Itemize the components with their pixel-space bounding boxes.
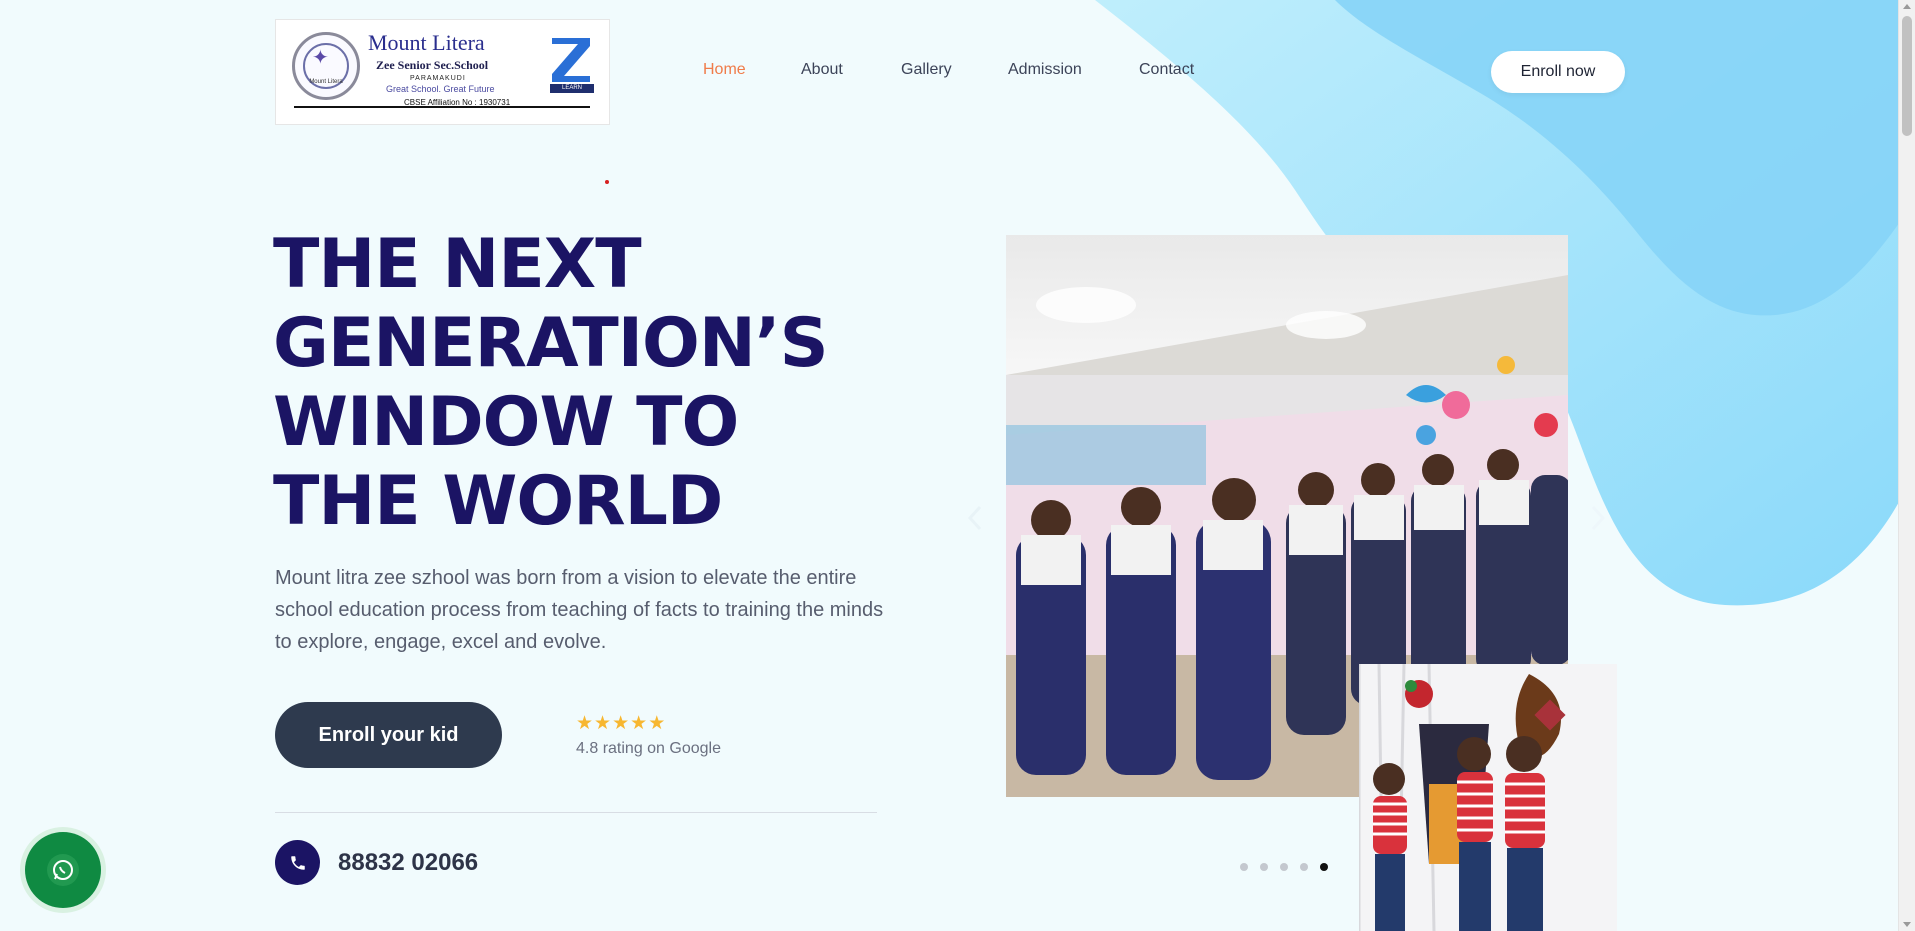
page-scrollbar[interactable] (1898, 0, 1915, 931)
star-icon: ★ (648, 713, 666, 734)
zee-logo-icon (552, 38, 590, 82)
hero-title-line: THE WORLD (273, 462, 723, 541)
scroll-down-icon[interactable] (1903, 922, 1911, 927)
scroll-up-icon[interactable] (1903, 4, 1911, 9)
star-icon: ★ (594, 713, 612, 734)
divider (275, 812, 877, 813)
whatsapp-button[interactable] (20, 827, 106, 913)
kids-performance-photo (1359, 664, 1617, 931)
chevron-left-icon (968, 505, 982, 531)
hero-title-line: WINDOW TO (273, 383, 739, 462)
whatsapp-icon (47, 854, 79, 886)
enroll-kid-button[interactable]: Enroll your kid (275, 702, 502, 768)
carousel-dot[interactable] (1280, 863, 1288, 871)
zee-learn-label: LEARN (550, 84, 594, 93)
logo-tagline: Great School. Great Future (386, 84, 495, 94)
star-icon: ★ (630, 713, 648, 734)
decorative-dot (605, 180, 609, 184)
phone-number[interactable]: 88832 02066 (338, 849, 478, 877)
carousel-prev-button[interactable] (964, 503, 986, 533)
logo-underline (294, 106, 590, 108)
nav-home[interactable]: Home (703, 61, 746, 79)
carousel-dots (1240, 863, 1328, 871)
star-icon: ★ (576, 713, 594, 734)
school-logo[interactable]: ✦ Mount Litera Mount Litera Zee Senior S… (275, 19, 610, 125)
hero-title: THE NEXT GENERATION’S WINDOW TO THE WORL… (273, 225, 873, 541)
school-seal-icon: ✦ Mount Litera (292, 32, 360, 100)
logo-place: PARAMAKUDI (410, 75, 466, 82)
carousel-next-button[interactable] (1587, 503, 1609, 533)
rating-text: 4.8 rating on Google (576, 740, 721, 757)
hero-title-line: THE NEXT (273, 225, 642, 304)
carousel-dot[interactable] (1260, 863, 1268, 871)
phone-icon (275, 840, 320, 885)
nav-contact[interactable]: Contact (1139, 61, 1194, 79)
hero-description: Mount litra zee szhool was born from a v… (275, 567, 884, 653)
rating-stars: ★ ★ ★ ★ ★ (576, 714, 721, 734)
google-rating: ★ ★ ★ ★ ★ 4.8 rating on Google (576, 714, 721, 758)
phone-contact[interactable]: 88832 02066 (275, 840, 478, 885)
star-icon: ★ (612, 713, 630, 734)
enroll-now-button[interactable]: Enroll now (1491, 51, 1625, 93)
carousel-dot[interactable] (1300, 863, 1308, 871)
nav-about[interactable]: About (801, 61, 843, 79)
nav-gallery[interactable]: Gallery (901, 61, 952, 79)
chevron-right-icon (1591, 505, 1605, 531)
carousel-dot-active[interactable] (1320, 863, 1328, 871)
hero-title-line: GENERATION’S (273, 304, 829, 383)
logo-subtitle: Zee Senior Sec.School (376, 58, 489, 72)
nav-admission[interactable]: Admission (1008, 61, 1082, 79)
scrollbar-thumb[interactable] (1902, 16, 1912, 136)
logo-title: Mount Litera (368, 30, 485, 55)
carousel-dot[interactable] (1240, 863, 1248, 871)
